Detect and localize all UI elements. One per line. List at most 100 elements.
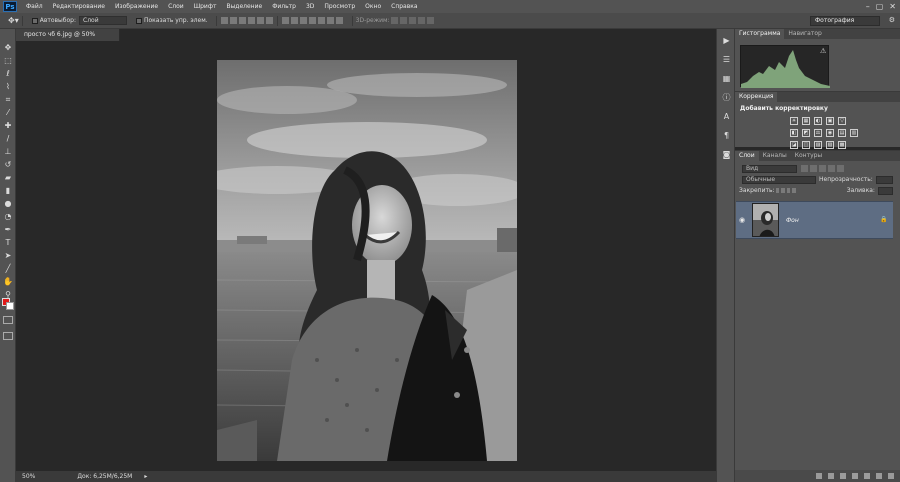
align-left-icon[interactable]: [247, 17, 255, 24]
gradient-map-icon[interactable]: ▩: [838, 141, 846, 149]
marquee-icon[interactable]: ⬚: [2, 55, 14, 66]
document-tab[interactable]: просто чб 6.jpg @ 50% (RGB/8) * ×: [16, 29, 120, 50]
color-balance-icon[interactable]: ◩: [802, 129, 810, 137]
play-icon[interactable]: ▶: [721, 35, 732, 46]
vibrance-icon[interactable]: ▽: [838, 117, 846, 125]
stamp-icon[interactable]: ⊥: [2, 146, 14, 157]
fill-input[interactable]: [877, 186, 894, 195]
threshold-icon[interactable]: ▨: [814, 141, 822, 149]
menu-type[interactable]: Шрифт: [189, 3, 222, 10]
menu-image[interactable]: Изображение: [110, 3, 163, 10]
curves-icon[interactable]: ◐: [814, 117, 822, 125]
maximize-icon[interactable]: ▢: [876, 0, 884, 13]
distribute-icon[interactable]: [299, 17, 307, 24]
healing-icon[interactable]: ✚: [2, 120, 14, 131]
add-mask-icon[interactable]: [840, 473, 846, 479]
lock-all-icon[interactable]: [792, 188, 796, 193]
path-select-icon[interactable]: ➤: [2, 250, 14, 261]
type-icon[interactable]: T: [2, 237, 14, 248]
align-center-icon[interactable]: [256, 17, 264, 24]
black-white-icon[interactable]: ⚖: [814, 129, 822, 137]
auto-align-icon[interactable]: [335, 17, 343, 24]
distribute-icon[interactable]: [308, 17, 316, 24]
filter-shape-icon[interactable]: [828, 165, 835, 172]
eyedropper-icon[interactable]: ⁄: [2, 107, 14, 118]
color-lookup-icon[interactable]: ▥: [850, 129, 858, 137]
delete-layer-icon[interactable]: [888, 473, 894, 479]
layer-style-icon[interactable]: [828, 473, 834, 479]
filter-adjustment-icon[interactable]: [810, 165, 817, 172]
distribute-icon[interactable]: [317, 17, 325, 24]
filter-type-icon[interactable]: [819, 165, 826, 172]
hand-icon[interactable]: ✋: [2, 276, 14, 287]
lock-pixels-icon[interactable]: [775, 188, 780, 193]
show-controls-checkbox[interactable]: [136, 17, 142, 24]
quick-select-icon[interactable]: ⌇: [2, 81, 14, 92]
brush-icon[interactable]: /: [2, 133, 14, 144]
menu-edit[interactable]: Редактирование: [48, 3, 110, 10]
align-top-icon[interactable]: [220, 17, 228, 24]
layer-filter-dropdown[interactable]: Вид: [742, 164, 797, 173]
background-color-swatch[interactable]: [6, 302, 14, 310]
history-brush-icon[interactable]: ↺: [2, 159, 14, 170]
distribute-icon[interactable]: [281, 17, 289, 24]
autoselect-dropdown[interactable]: Слой: [79, 16, 127, 25]
3d-pan-icon[interactable]: [408, 17, 416, 24]
new-group-icon[interactable]: [864, 473, 870, 479]
new-layer-icon[interactable]: [876, 473, 882, 479]
tab-corrections[interactable]: Коррекция: [735, 92, 778, 102]
workspace-settings-icon[interactable]: ⚙: [889, 16, 895, 24]
menu-help[interactable]: Справка: [386, 3, 422, 10]
adjustment-layer-icon[interactable]: [852, 473, 858, 479]
levels-icon[interactable]: ▦: [802, 117, 810, 125]
3d-slide-icon[interactable]: [417, 17, 425, 24]
character-icon[interactable]: A: [721, 111, 732, 122]
screen-mode-icon[interactable]: [3, 332, 13, 340]
blur-icon[interactable]: ●: [2, 198, 14, 209]
align-middle-icon[interactable]: [229, 17, 237, 24]
menu-select[interactable]: Выделение: [221, 3, 267, 10]
photo-filter-icon[interactable]: ◉: [826, 129, 834, 137]
link-layers-icon[interactable]: [816, 473, 822, 479]
warning-icon[interactable]: ⚠: [820, 47, 826, 55]
close-window-icon[interactable]: ✕: [889, 0, 896, 13]
paragraph-icon[interactable]: ¶: [721, 130, 732, 141]
move-icon[interactable]: ✥: [2, 42, 14, 53]
minimize-icon[interactable]: –: [866, 0, 870, 13]
swatches-icon[interactable]: ▦: [721, 73, 732, 84]
layer-name[interactable]: Фон: [786, 217, 799, 224]
distribute-icon[interactable]: [326, 17, 334, 24]
lock-move-icon[interactable]: [786, 188, 791, 193]
align-bottom-icon[interactable]: [238, 17, 246, 24]
quick-mask-icon[interactable]: [3, 316, 13, 324]
exposure-icon[interactable]: ▣: [826, 117, 834, 125]
info-icon[interactable]: ⓘ: [721, 92, 732, 103]
menu-3d[interactable]: 3D: [301, 3, 319, 10]
invert-icon[interactable]: ◪: [790, 141, 798, 149]
autoselect-checkbox[interactable]: [31, 17, 38, 24]
visibility-eye-icon[interactable]: ◉: [739, 216, 745, 224]
status-arrow-icon[interactable]: ▸: [138, 471, 153, 482]
3d-rotate-icon[interactable]: [390, 17, 398, 24]
lasso-icon[interactable]: ℓ: [2, 68, 14, 79]
3d-scale-icon[interactable]: [426, 17, 434, 24]
move-tool-preset-icon[interactable]: ✥▾: [8, 16, 19, 25]
menu-layers[interactable]: Слои: [163, 3, 189, 10]
tab-channels[interactable]: Каналы: [759, 151, 791, 161]
menu-view[interactable]: Просмотр: [319, 3, 360, 10]
hue-saturation-icon[interactable]: ◧: [790, 129, 798, 137]
align-right-icon[interactable]: [265, 17, 273, 24]
tab-histogram[interactable]: Гистограмма: [735, 29, 785, 39]
tab-paths[interactable]: Контуры: [791, 151, 826, 161]
distribute-icon[interactable]: [290, 17, 298, 24]
selective-color-icon[interactable]: ▧: [826, 141, 834, 149]
shape-icon[interactable]: ╱: [2, 263, 14, 274]
filter-smart-icon[interactable]: [837, 165, 844, 172]
3d-roll-icon[interactable]: [399, 17, 407, 24]
crop-icon[interactable]: ⌗: [2, 94, 14, 105]
blend-mode-dropdown[interactable]: Обычные: [742, 175, 817, 184]
opacity-input[interactable]: [875, 175, 893, 184]
channel-mixer-icon[interactable]: ▤: [838, 129, 846, 137]
eraser-icon[interactable]: ▰: [2, 172, 14, 183]
clone-source-icon[interactable]: ◙: [721, 149, 732, 160]
